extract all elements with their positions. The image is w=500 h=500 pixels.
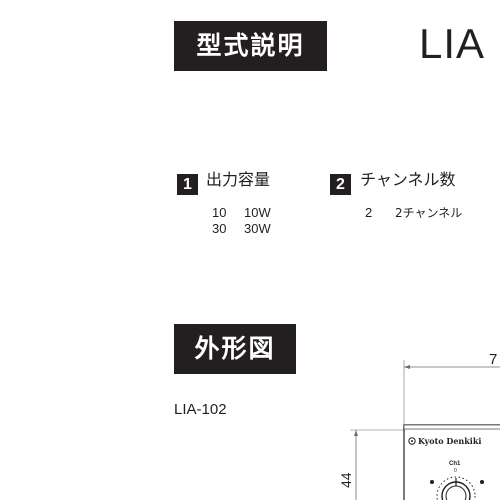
knob-channel-label: Ch1 (449, 461, 461, 467)
brand-name: Kyoto Denkiki (418, 436, 481, 446)
height-dimension: 44 (338, 429, 404, 500)
outline-drawing: 7 44 Kyoto Denkiki Ch1 0 (338, 351, 500, 500)
front-panel: Kyoto Denkiki Ch1 0 (403, 424, 500, 500)
width-dimension-value: 7 (489, 351, 497, 368)
knob-scale-zero: 0 (454, 468, 457, 474)
width-dimension: 7 (403, 351, 500, 425)
height-dimension-value: 44 (338, 472, 354, 488)
brand-logo: Kyoto Denkiki (408, 436, 481, 446)
